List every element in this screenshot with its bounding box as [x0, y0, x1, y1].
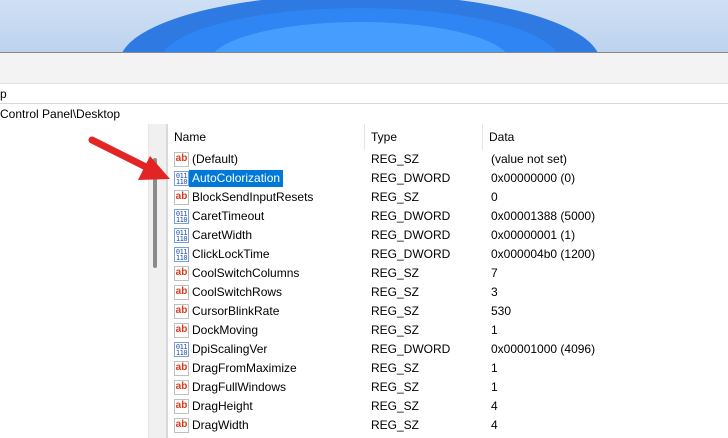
- value-data: 0x000004b0 (1200): [491, 247, 596, 261]
- value-data: 0x00001388 (5000): [491, 209, 596, 223]
- value-data: 0x00000000 (0): [491, 171, 576, 185]
- string-value-icon: ab: [174, 152, 189, 167]
- registry-value-row[interactable]: ab CoolSwitchColumns REG_SZ 7: [168, 264, 728, 283]
- string-value-icon: ab: [174, 380, 189, 395]
- address-bar[interactable]: Control Panel\Desktop: [0, 103, 728, 125]
- value-data: (value not set): [491, 152, 568, 166]
- value-type: REG_SZ: [371, 418, 420, 432]
- string-value-icon: ab: [174, 399, 189, 414]
- value-name[interactable]: DragWidth: [192, 416, 249, 435]
- string-value-icon: ab: [174, 190, 189, 205]
- registry-value-row[interactable]: ab CursorBlinkRate REG_SZ 530: [168, 302, 728, 321]
- string-value-icon: ab: [174, 361, 189, 376]
- value-name[interactable]: DragFromMaximize: [192, 359, 297, 378]
- red-arrow-annotation: [88, 136, 170, 180]
- value-name[interactable]: BlockSendInputResets: [192, 188, 313, 207]
- registry-value-row[interactable]: ab BlockSendInputResets REG_SZ 0: [168, 188, 728, 207]
- value-name[interactable]: ClickLockTime: [192, 245, 270, 264]
- value-data: 0: [491, 190, 498, 204]
- binary-value-icon: 011 110: [174, 228, 189, 243]
- registry-value-row[interactable]: ab DragHeight REG_SZ 4: [168, 397, 728, 416]
- registry-value-row[interactable]: 011 110 ClickLockTime REG_DWORD 0x000004b0 (…: [168, 245, 728, 264]
- value-type: REG_DWORD: [371, 171, 451, 185]
- value-data: 1: [491, 361, 498, 375]
- value-name[interactable]: CoolSwitchColumns: [192, 264, 299, 283]
- binary-value-icon: 011 110: [174, 171, 189, 186]
- value-data: 3: [491, 285, 498, 299]
- value-type: REG_SZ: [371, 304, 420, 318]
- value-type: REG_DWORD: [371, 209, 451, 223]
- string-value-icon: ab: [174, 285, 189, 300]
- registry-value-row[interactable]: ab DragFullWindows REG_SZ 1: [168, 378, 728, 397]
- value-type: REG_SZ: [371, 361, 420, 375]
- value-data: 0x00000001 (1): [491, 228, 576, 242]
- value-name[interactable]: DpiScalingVer: [192, 340, 267, 359]
- column-header-data[interactable]: Data: [483, 124, 728, 150]
- registry-value-row[interactable]: 011 110 CaretTimeout REG_DWORD 0x00001388 (5…: [168, 207, 728, 226]
- values-list[interactable]: Name Type Data ab (Default) REG_SZ (value n…: [168, 124, 728, 438]
- binary-value-icon: 011 110: [174, 247, 189, 262]
- string-value-icon: ab: [174, 266, 189, 281]
- value-type: REG_DWORD: [371, 342, 451, 356]
- registry-value-row[interactable]: ab DragFromMaximize REG_SZ 1: [168, 359, 728, 378]
- value-data: 7: [491, 266, 498, 280]
- string-value-icon: ab: [174, 418, 189, 433]
- registry-value-row[interactable]: ab DragWidth REG_SZ 4: [168, 416, 728, 435]
- value-type: REG_SZ: [371, 323, 420, 337]
- value-type: REG_SZ: [371, 285, 420, 299]
- value-type: REG_SZ: [371, 380, 420, 394]
- value-type: REG_DWORD: [371, 228, 451, 242]
- desktop-wallpaper: [0, 0, 728, 52]
- value-type: REG_DWORD: [371, 247, 451, 261]
- string-value-icon: ab: [174, 323, 189, 338]
- value-name[interactable]: AutoColorization: [189, 170, 284, 187]
- string-value-icon: ab: [174, 304, 189, 319]
- registry-value-row[interactable]: 011 110 DpiScalingVer REG_DWORD 0x00001000 (…: [168, 340, 728, 359]
- value-name[interactable]: CaretWidth: [192, 226, 252, 245]
- value-name[interactable]: CaretTimeout: [192, 207, 264, 226]
- value-type: REG_SZ: [371, 152, 420, 166]
- value-data: 1: [491, 380, 498, 394]
- binary-value-icon: 011 110: [174, 342, 189, 357]
- address-path: Control Panel\Desktop: [0, 107, 121, 121]
- binary-value-icon: 011 110: [174, 209, 189, 224]
- menu-bar: [0, 53, 728, 84]
- value-data: 0x00001000 (4096): [491, 342, 596, 356]
- value-type: REG_SZ: [371, 190, 420, 204]
- value-type: REG_SZ: [371, 266, 420, 280]
- value-data: 1: [491, 323, 498, 337]
- value-name[interactable]: DragFullWindows: [192, 378, 286, 397]
- value-name[interactable]: DragHeight: [192, 397, 253, 416]
- registry-value-row[interactable]: ab CoolSwitchRows REG_SZ 3: [168, 283, 728, 302]
- value-name[interactable]: CursorBlinkRate: [192, 302, 279, 321]
- registry-value-row[interactable]: 011 110 CaretWidth REG_DWORD 0x00000001 (1): [168, 226, 728, 245]
- column-header-name[interactable]: Name: [168, 124, 365, 150]
- registry-value-row[interactable]: ab DockMoving REG_SZ 1: [168, 321, 728, 340]
- value-name[interactable]: (Default): [192, 150, 238, 169]
- registry-value-row[interactable]: ab (Default) REG_SZ (value not set): [168, 150, 728, 169]
- registry-value-row[interactable]: 011 110 AutoColorization REG_DWORD 0x0000000…: [168, 169, 728, 188]
- value-name[interactable]: DockMoving: [192, 321, 258, 340]
- menu-item-help[interactable]: p: [0, 85, 11, 103]
- value-type: REG_SZ: [371, 399, 420, 413]
- value-name[interactable]: CoolSwitchRows: [192, 283, 282, 302]
- value-data: 530: [491, 304, 512, 318]
- value-data: 4: [491, 399, 498, 413]
- value-data: 4: [491, 418, 498, 432]
- column-header-type[interactable]: Type: [365, 124, 483, 150]
